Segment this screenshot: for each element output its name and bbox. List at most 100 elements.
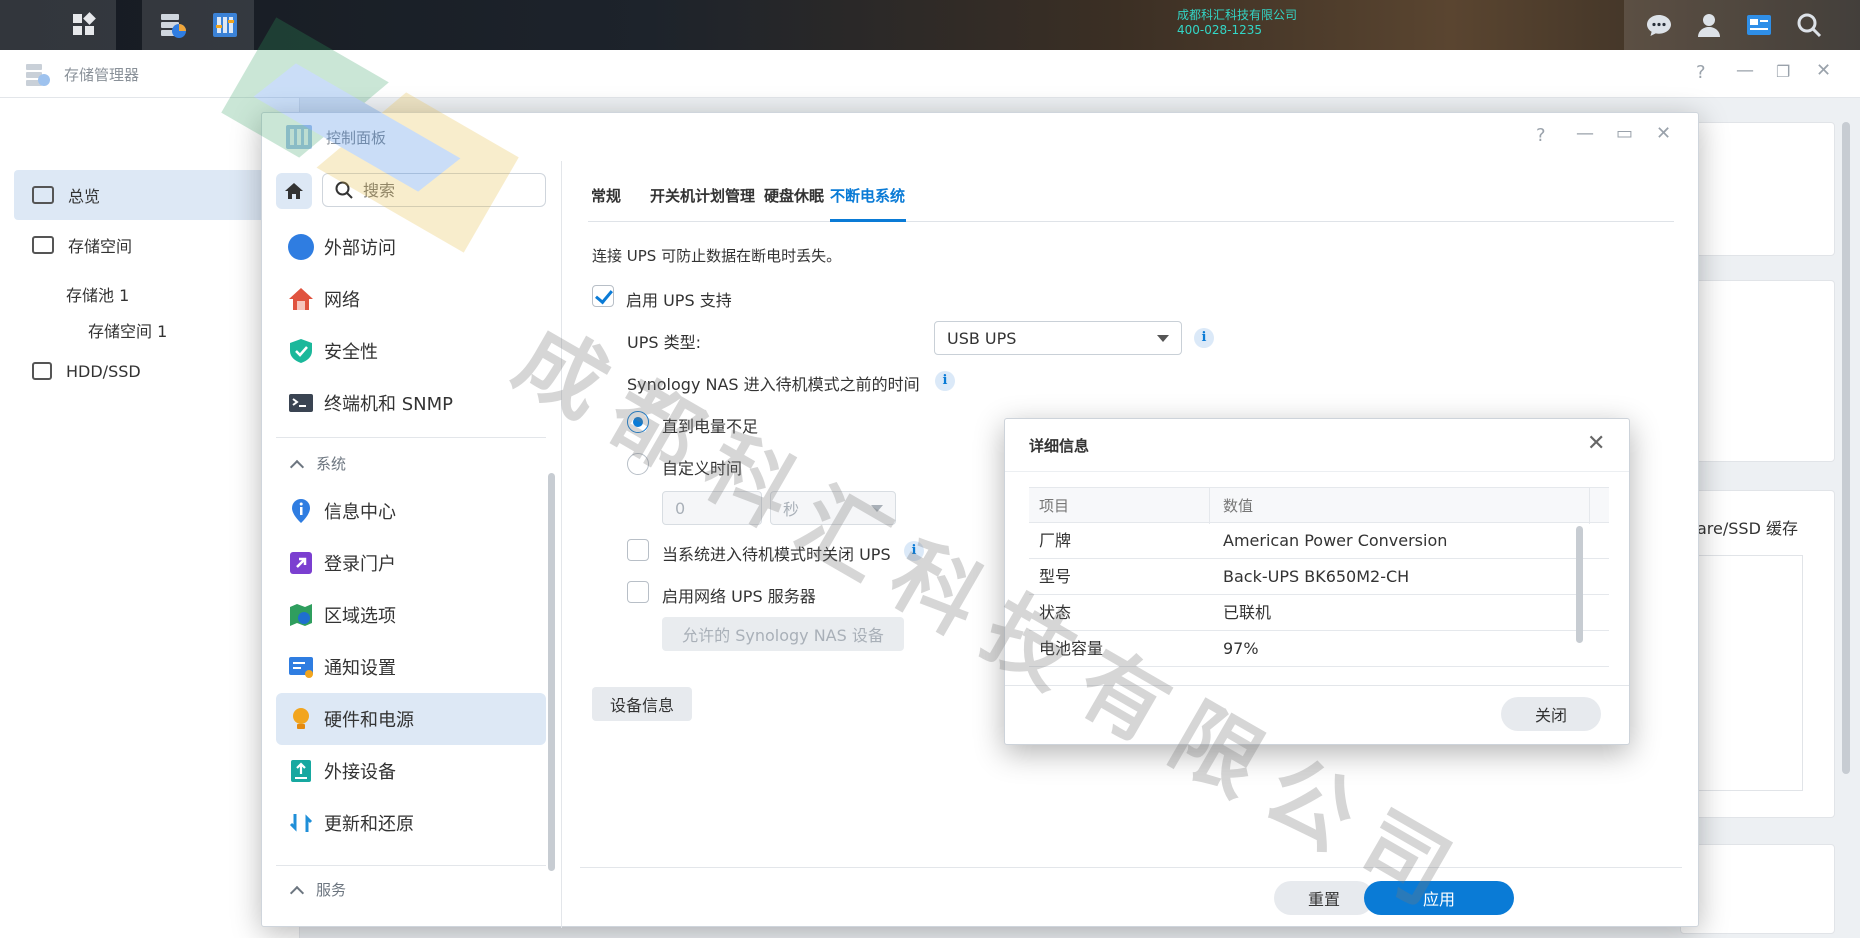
nav-group-label: 服务: [316, 881, 347, 899]
custom-time-radio[interactable]: [627, 453, 649, 475]
tab-ups[interactable]: 不断电系统: [830, 185, 905, 206]
search-input[interactable]: [363, 180, 523, 200]
restore-icon[interactable]: ❐: [1776, 62, 1790, 81]
maximize-icon[interactable]: ▭: [1616, 123, 1633, 144]
ups-type-label: UPS 类型:: [627, 333, 701, 352]
cache-card-content: [1691, 555, 1803, 791]
table-row[interactable]: 型号 Back-UPS BK650M2-CH: [1029, 559, 1609, 595]
nav-regional-options[interactable]: 区域选项: [276, 589, 546, 641]
control-panel-titlebar[interactable]: 控制面板 ? — ▭ ✕: [262, 113, 1698, 161]
nav-terminal-snmp[interactable]: 终端机和 SNMP: [276, 377, 546, 429]
enable-ups-checkbox[interactable]: [592, 285, 614, 307]
custom-time-unit-select[interactable]: 秒: [770, 491, 896, 525]
custom-time-label: 自定义时间: [662, 459, 743, 478]
sm-nav-volume-1[interactable]: 存储空间 1: [88, 318, 167, 342]
sm-nav-label: 总览: [68, 187, 101, 206]
nav-external-devices[interactable]: 外接设备: [276, 745, 546, 797]
row-item: 电池容量: [1039, 639, 1104, 658]
reset-button[interactable]: 重置: [1274, 881, 1374, 915]
ups-type-select[interactable]: USB UPS: [934, 321, 1182, 355]
search-field[interactable]: [322, 173, 546, 207]
table-row[interactable]: 厂牌 American Power Conversion: [1029, 523, 1609, 559]
widgets-icon: [1747, 15, 1771, 35]
dialog-scrollbar[interactable]: [1576, 526, 1583, 643]
nav-hardware-power[interactable]: 硬件和电源: [276, 693, 546, 745]
footer-divider: [580, 867, 1682, 868]
low-battery-radio[interactable]: [627, 411, 649, 433]
external-access-icon: [288, 234, 314, 260]
storage-manager-icon: [161, 14, 186, 38]
sm-nav-storage[interactable]: 存储空间: [14, 220, 294, 270]
apply-button[interactable]: 应用: [1364, 881, 1514, 915]
help-icon[interactable]: ?: [1536, 125, 1546, 146]
nav-notification[interactable]: 通知设置: [276, 641, 546, 693]
shutdown-ups-checkbox[interactable]: [627, 539, 649, 561]
device-info-button[interactable]: 设备信息: [592, 687, 692, 721]
nav-label: 区域选项: [324, 606, 396, 627]
close-icon[interactable]: ✕: [1587, 431, 1605, 456]
terminal-icon: [289, 394, 313, 412]
sm-scrollbar[interactable]: [1842, 122, 1850, 774]
allowed-devices-button[interactable]: 允许的 Synology NAS 设备: [662, 617, 904, 651]
info-icon[interactable]: i: [904, 541, 924, 561]
custom-time-input[interactable]: 0: [662, 491, 762, 525]
sm-nav-overview[interactable]: 总览: [14, 170, 294, 220]
nav-network[interactable]: 网络: [276, 273, 546, 325]
control-panel-title: 控制面板: [326, 129, 387, 147]
home-button[interactable]: [276, 173, 312, 209]
control-panel-sidebar: 外部访问 网络 安全性 终端机和 SNMP 系统 信息中心 登录门户: [262, 161, 562, 928]
minimize-icon[interactable]: —: [1736, 60, 1754, 81]
nav-label: 网络: [324, 290, 360, 311]
tab-hdd-hibernation[interactable]: 硬盘休眠: [764, 185, 824, 206]
sm-nav-label: HDD/SSD: [66, 361, 141, 381]
column-header-item[interactable]: 项目: [1039, 488, 1069, 524]
widgets-button[interactable]: [1736, 0, 1782, 50]
close-icon[interactable]: ✕: [1656, 123, 1671, 144]
detail-dialog: 详细信息 ✕ 项目 数值 厂牌 American Power Conversio…: [1004, 418, 1630, 745]
help-icon[interactable]: ?: [1696, 62, 1706, 83]
active-tab-indicator: [830, 219, 906, 222]
sm-nav-hdd-ssd[interactable]: HDD/SSD: [14, 346, 294, 396]
nav-login-portal[interactable]: 登录门户: [276, 537, 546, 589]
row-value: Back-UPS BK650M2-CH: [1223, 567, 1410, 586]
info-icon[interactable]: i: [1194, 328, 1214, 348]
storage-manager-titlebar: 存储管理器 ? — ❐ ✕: [0, 50, 1860, 98]
nav-divider: [276, 865, 546, 866]
nav-info-center[interactable]: 信息中心: [276, 485, 546, 537]
tab-power-schedule[interactable]: 开关机计划管理: [650, 185, 755, 206]
close-icon[interactable]: ✕: [1816, 60, 1831, 81]
nav-group-system[interactable]: 系统: [289, 453, 346, 474]
minimize-icon[interactable]: —: [1576, 123, 1594, 144]
nav-update-restore[interactable]: 更新和还原: [276, 797, 546, 849]
taskbar-control-panel[interactable]: [200, 0, 250, 50]
ups-description: 连接 UPS 可防止数据在断电时丢失。: [592, 247, 842, 265]
user-button[interactable]: [1686, 0, 1732, 50]
chevron-up-icon: [289, 459, 305, 474]
lightbulb-icon: [293, 708, 309, 729]
dialog-title: 详细信息: [1029, 437, 1090, 455]
sm-nav-pool-1[interactable]: 存储池 1: [66, 282, 129, 306]
company-phone: 400-028-1235: [1177, 23, 1263, 37]
dialog-close-button[interactable]: 关闭: [1501, 697, 1601, 731]
chat-button[interactable]: [1636, 0, 1682, 50]
network-home-icon: [289, 288, 313, 310]
tab-general[interactable]: 常规: [591, 185, 621, 206]
taskbar-storage-manager[interactable]: [148, 0, 198, 50]
nav-security[interactable]: 安全性: [276, 325, 546, 377]
taskbar: 成都科汇科技有限公司 400-028-1235: [0, 0, 1860, 50]
search-icon: [335, 181, 353, 199]
home-icon: [285, 183, 303, 199]
info-icon[interactable]: i: [935, 371, 955, 391]
nav-group-services[interactable]: 服务: [289, 879, 347, 900]
nav-external-access[interactable]: 外部访问: [276, 221, 546, 273]
sidebar-scrollbar[interactable]: [548, 473, 555, 871]
search-button[interactable]: [1786, 0, 1832, 50]
custom-time-value: 0: [675, 498, 686, 518]
network-ups-server-checkbox[interactable]: [627, 581, 649, 603]
login-portal-icon: [290, 552, 312, 574]
main-menu-button[interactable]: [56, 0, 112, 50]
table-row[interactable]: 状态 已联机: [1029, 595, 1609, 631]
chevron-down-icon: [1157, 335, 1169, 342]
table-row[interactable]: 电池容量 97%: [1029, 631, 1609, 667]
column-header-value[interactable]: 数值: [1223, 488, 1253, 524]
